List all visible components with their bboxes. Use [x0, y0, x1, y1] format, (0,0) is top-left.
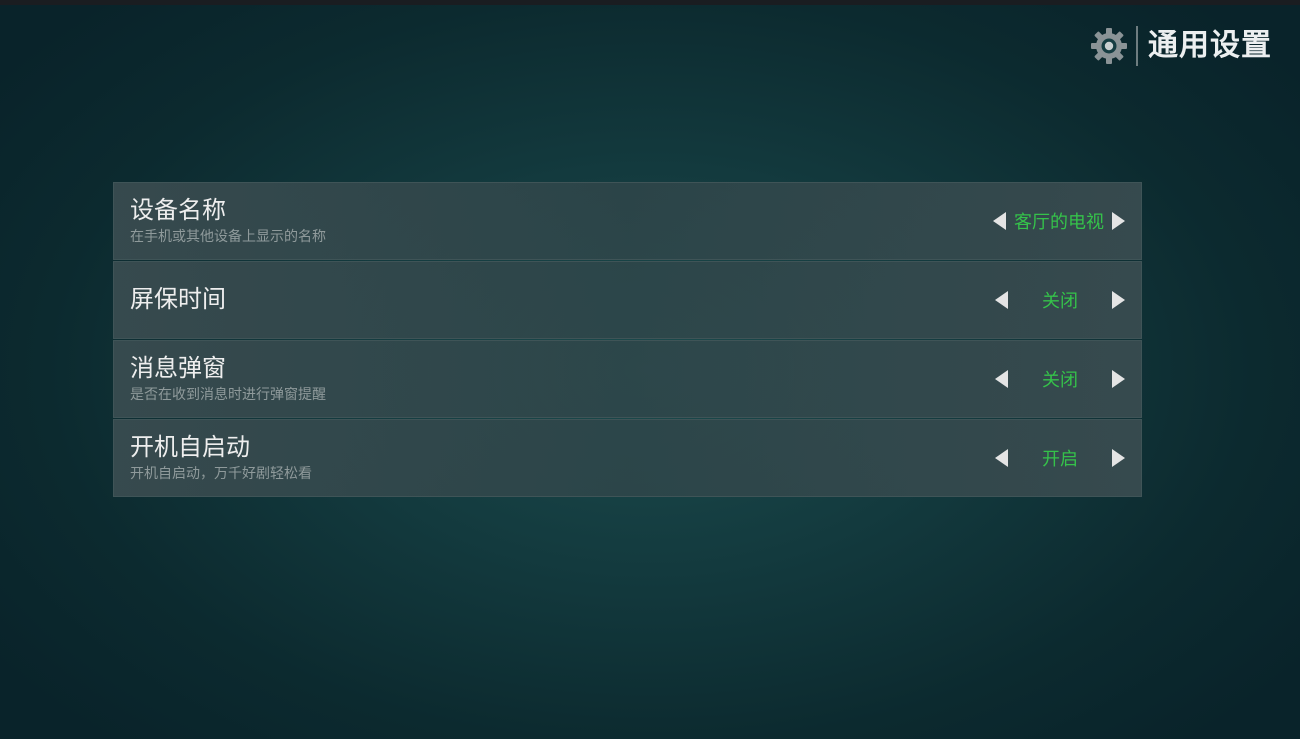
value-selector: 关闭 — [995, 262, 1125, 338]
settings-list: 设备名称 在手机或其他设备上显示的名称 客厅的电视 屏保时间 关闭 消息弹窗 是… — [113, 182, 1142, 498]
setting-row-screensaver-time[interactable]: 屏保时间 关闭 — [113, 261, 1142, 339]
setting-label: 屏保时间 — [130, 285, 226, 313]
setting-row-auto-start[interactable]: 开机自启动 开机自启动，万千好剧轻松看 开启 — [113, 419, 1142, 497]
setting-label: 设备名称 — [130, 196, 226, 224]
setting-value: 关闭 — [1042, 370, 1078, 391]
setting-description: 开机自启动，万千好剧轻松看 — [130, 466, 312, 482]
header-divider — [1136, 26, 1138, 66]
setting-value: 开启 — [1042, 449, 1078, 470]
value-selector: 开启 — [995, 420, 1125, 496]
left-arrow-icon[interactable] — [993, 212, 1006, 230]
left-arrow-icon[interactable] — [995, 449, 1008, 467]
setting-row-message-popup[interactable]: 消息弹窗 是否在收到消息时进行弹窗提醒 关闭 — [113, 340, 1142, 418]
value-selector: 客厅的电视 — [993, 183, 1125, 259]
top-edge-bar — [0, 0, 1300, 5]
page-title: 通用设置 — [1148, 28, 1272, 63]
setting-value: 关闭 — [1042, 291, 1078, 312]
setting-value: 客厅的电视 — [1014, 212, 1104, 233]
right-arrow-icon[interactable] — [1112, 291, 1125, 309]
right-arrow-icon[interactable] — [1112, 449, 1125, 467]
page-header: 通用设置 — [1090, 24, 1272, 68]
setting-label: 开机自启动 — [130, 433, 250, 461]
value-selector: 关闭 — [995, 341, 1125, 417]
gear-icon — [1090, 27, 1128, 65]
right-arrow-icon[interactable] — [1112, 370, 1125, 388]
left-arrow-icon[interactable] — [995, 291, 1008, 309]
setting-description: 是否在收到消息时进行弹窗提醒 — [130, 387, 326, 403]
setting-label: 消息弹窗 — [130, 354, 226, 382]
setting-row-device-name[interactable]: 设备名称 在手机或其他设备上显示的名称 客厅的电视 — [113, 182, 1142, 260]
left-arrow-icon[interactable] — [995, 370, 1008, 388]
right-arrow-icon[interactable] — [1112, 212, 1125, 230]
setting-description: 在手机或其他设备上显示的名称 — [130, 229, 326, 245]
